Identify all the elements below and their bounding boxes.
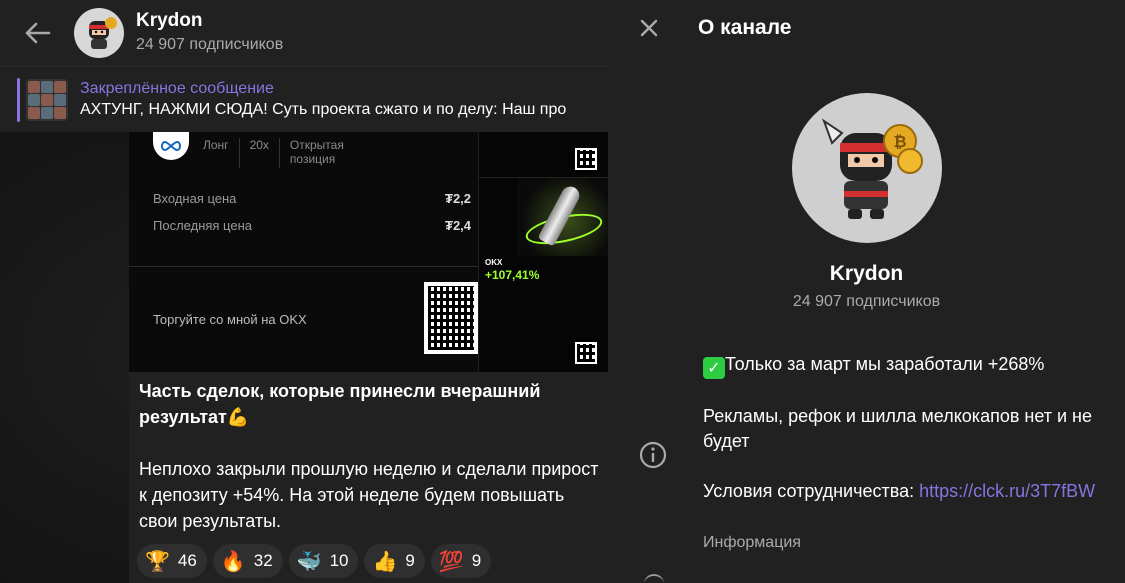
description-line-2: Рекламы, рефок и шилла мелкокапов нет и … — [703, 406, 1093, 451]
last-price-label: Последняя цена — [153, 218, 252, 233]
close-icon — [640, 19, 658, 37]
pinned-text: АХТУНГ, НАЖМИ СЮДА! Суть проекта сжато и… — [80, 100, 567, 118]
message-media[interactable]: Лонг 20x Открытая позиция Входная цена ₮… — [129, 132, 608, 372]
rocket-image — [517, 178, 608, 256]
reactions-bar: 🏆 46 🔥 32 🐳 10 👍 9 💯 9 — [137, 544, 492, 578]
panel-channel-name: Krydon — [829, 262, 904, 285]
infinity-logo-icon — [153, 132, 189, 160]
card-secondary-header — [479, 132, 608, 178]
reaction-count: 9 — [471, 551, 482, 570]
message-body-text: Неплохо закрыли прошлую неделю и сделали… — [139, 459, 599, 531]
reaction-count: 46 — [177, 551, 197, 570]
subscriber-count: 24 907 подписчиков — [136, 36, 284, 53]
ninja-avatar-icon — [89, 17, 117, 49]
arrow-left-icon — [25, 22, 51, 44]
whale-icon: 🐳 — [296, 549, 322, 573]
chat-area: Krydon 24 907 подписчиков Закреплённое с… — [0, 0, 608, 583]
channel-avatar-large[interactable]: ₿ — [792, 93, 942, 243]
qr-code-small-icon — [575, 148, 597, 170]
message-bold-text: Часть сделок, которые принесли вчерашний… — [139, 381, 541, 427]
qr-code-small-icon — [575, 342, 597, 364]
profit-percent: +107,41% — [485, 268, 540, 282]
chat-header: Krydon 24 907 подписчиков — [0, 0, 608, 66]
entry-price-value: ₮2,2 — [445, 191, 472, 206]
reaction-trophy[interactable]: 🏆 46 — [137, 544, 207, 578]
reaction-whale[interactable]: 🐳 10 — [288, 544, 359, 578]
channel-info-panel: О канале ₿ Krydon 24 907 подписчиков ✓ Т… — [608, 0, 1125, 583]
back-button[interactable] — [18, 13, 58, 53]
trade-card-secondary: OKX +107,41% — [478, 132, 608, 372]
meta-leverage: 20x — [249, 138, 269, 152]
description-line-1: ✓ Только за март мы заработали +268% — [703, 352, 1103, 379]
info-label: Информация — [703, 534, 801, 551]
check-mark-icon: ✓ — [703, 357, 725, 379]
pinned-indicator — [17, 77, 20, 122]
card-divider — [129, 266, 478, 267]
position-meta: Лонг 20x Открытая позиция — [203, 138, 350, 168]
message-bubble[interactable]: Лонг 20x Открытая позиция Входная цена ₮… — [129, 132, 608, 583]
last-price-value: ₮2,4 — [445, 218, 472, 233]
qr-code-icon — [424, 282, 478, 354]
reaction-hundred[interactable]: 💯 9 — [430, 544, 492, 578]
pinned-message-bar[interactable]: Закреплённое сообщение АХТУНГ, НАЖМИ СЮД… — [0, 66, 608, 132]
close-button[interactable] — [629, 8, 669, 48]
trade-with-me-label: Торгуйте со мной на OKX — [153, 312, 307, 327]
channel-name[interactable]: Krydon — [136, 10, 283, 32]
channel-avatar[interactable] — [74, 8, 124, 58]
channel-description: ✓ Только за март мы заработали +268% Рекл… — [703, 352, 1103, 529]
panel-title: О канале — [698, 16, 792, 39]
reaction-thumbs-up[interactable]: 👍 9 — [364, 544, 425, 578]
hundred-icon: 💯 — [438, 549, 464, 573]
panel-header: О канале — [608, 0, 1125, 56]
meta-position: Открытая позиция — [289, 138, 344, 166]
trophy-icon: 🏆 — [145, 549, 170, 573]
info-icon — [639, 441, 667, 469]
cooperation-link[interactable]: https://clck.ru/3T7fBW — [919, 481, 1095, 501]
reaction-count: 10 — [329, 551, 349, 570]
description-line-3: Условия сотрудничества: https://clck.ru/… — [703, 481, 1096, 501]
okx-label: OKX — [485, 258, 503, 267]
pinned-title: Закреплённое сообщение — [80, 79, 274, 97]
partial-icon — [644, 574, 664, 583]
message-text: Часть сделок, которые принесли вчерашний… — [139, 378, 601, 534]
reaction-fire[interactable]: 🔥 32 — [212, 544, 283, 578]
fire-icon: 🔥 — [220, 549, 246, 573]
ninja-avatar-icon: ₿ — [822, 118, 923, 219]
meta-long: Лонг — [203, 138, 229, 152]
entry-price-label: Входная цена — [153, 191, 237, 206]
svg-text:₿: ₿ — [893, 132, 906, 151]
thumbs-up-icon: 👍 — [372, 549, 398, 573]
pinned-thumbnail — [26, 78, 68, 121]
reaction-count: 9 — [405, 551, 415, 570]
panel-subscriber-count: 24 907 подписчиков — [792, 293, 941, 310]
reaction-count: 32 — [253, 551, 273, 570]
